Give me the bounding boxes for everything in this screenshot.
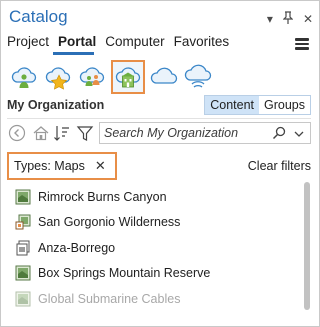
tab-computer[interactable]: Computer <box>105 34 164 56</box>
chevron-down-icon[interactable] <box>293 127 305 145</box>
my-organization-button[interactable] <box>111 60 145 94</box>
my-organization-icon <box>115 67 141 88</box>
pane-titlebar: Catalog ▾ ✕ <box>9 5 313 31</box>
search-box <box>99 122 311 144</box>
item-list: Rimrock Burns Canyon San Gorgonio Wilder… <box>15 184 295 312</box>
organization-title: My Organization <box>7 98 105 112</box>
list-item-label: San Gorgonio Wilderness <box>38 215 181 230</box>
list-item-label: Box Springs Mountain Reserve <box>38 266 211 281</box>
arcgis-online-button[interactable] <box>149 62 179 92</box>
tab-project[interactable]: Project <box>7 34 49 56</box>
my-content-button[interactable] <box>9 62 39 92</box>
home-icon[interactable] <box>31 123 51 143</box>
living-atlas-icon <box>184 64 212 88</box>
my-favorites-icon <box>45 67 71 90</box>
type-filter-chip[interactable]: Types: Maps ✕ <box>7 152 117 180</box>
pane-title: Catalog <box>9 7 68 26</box>
search-icon[interactable] <box>272 126 286 145</box>
content-button[interactable]: Content <box>205 96 259 114</box>
filter-chip-label: Types: Maps <box>14 159 85 173</box>
list-item[interactable]: Anza-Borrego <box>15 235 295 261</box>
my-groups-button[interactable] <box>77 62 107 92</box>
my-groups-icon <box>79 67 105 86</box>
content-groups-toggle: Content Groups <box>204 95 311 115</box>
clear-filters-link[interactable]: Clear filters <box>248 159 311 173</box>
map-document-icon <box>16 240 30 256</box>
sort-icon[interactable] <box>52 123 72 143</box>
arcgis-online-icon <box>150 67 178 84</box>
my-content-icon <box>11 67 37 88</box>
search-input[interactable] <box>104 125 269 141</box>
list-item[interactable]: Rimrock Burns Canyon <box>15 184 295 210</box>
map-icon <box>15 265 31 281</box>
close-icon[interactable]: ✕ <box>95 158 106 174</box>
tab-favorites[interactable]: Favorites <box>174 34 230 56</box>
list-item-label: Global Submarine Cables <box>38 291 181 306</box>
catalog-toolbar <box>7 122 311 144</box>
portal-source-buttons <box>9 60 213 94</box>
organization-header: My Organization Content Groups <box>7 95 311 115</box>
catalog-pane: Catalog ▾ ✕ Project Portal Computer Favo… <box>0 0 320 327</box>
list-item-label: Anza-Borrego <box>38 240 116 255</box>
pane-controls: ▾ ✕ <box>267 11 313 27</box>
list-item[interactable]: Global Submarine Cables <box>15 286 295 312</box>
map-icon <box>15 189 31 205</box>
scrollbar[interactable] <box>304 182 310 310</box>
list-item[interactable]: Box Springs Mountain Reserve <box>15 261 295 287</box>
my-favorites-button[interactable] <box>43 62 73 92</box>
close-icon[interactable]: ✕ <box>303 12 313 26</box>
groups-button[interactable]: Groups <box>259 96 310 114</box>
list-item[interactable]: San Gorgonio Wilderness <box>15 210 295 236</box>
filter-row: Types: Maps ✕ Clear filters <box>7 152 311 180</box>
chevron-down-icon[interactable]: ▾ <box>267 12 273 26</box>
menu-icon[interactable] <box>295 38 309 50</box>
back-icon[interactable] <box>7 123 27 143</box>
pin-icon[interactable] <box>282 11 294 27</box>
living-atlas-button[interactable] <box>183 62 213 92</box>
shared-map-icon <box>15 214 31 230</box>
filter-icon[interactable] <box>75 123 95 143</box>
divider <box>7 118 311 119</box>
active-tab-indicator <box>53 52 94 55</box>
list-item-label: Rimrock Burns Canyon <box>38 189 167 204</box>
map-icon <box>15 291 31 307</box>
